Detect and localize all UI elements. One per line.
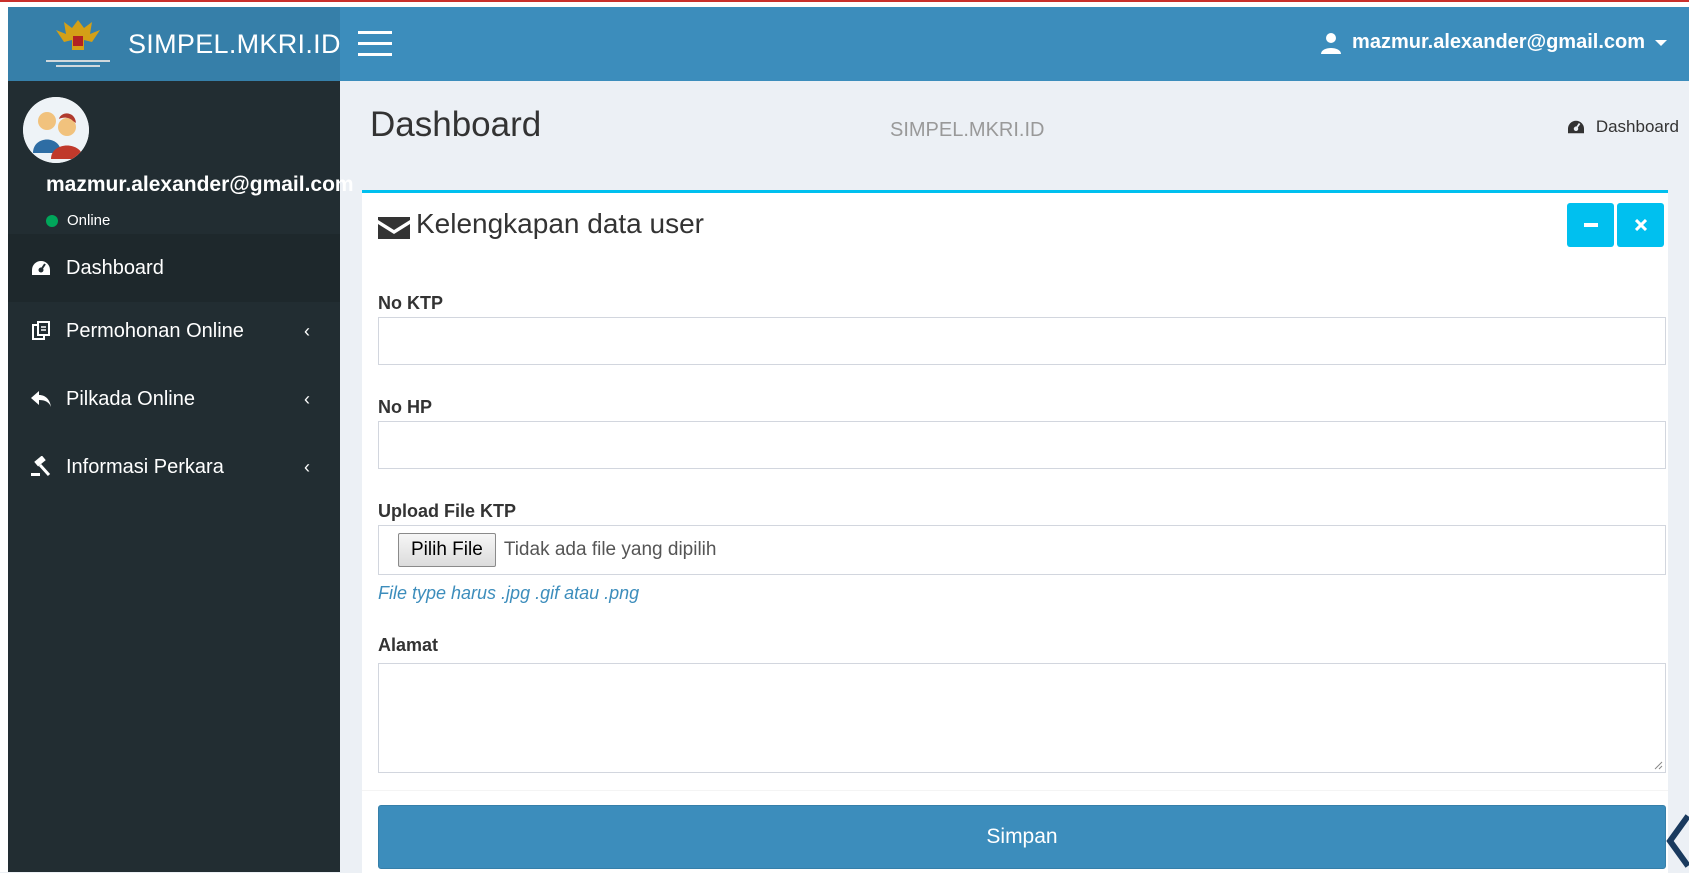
- chevron-left-icon[interactable]: [1666, 810, 1689, 872]
- sidebar-item-label: Dashboard: [66, 256, 164, 279]
- user-panel: mazmur.alexander@gmail.com Online: [8, 81, 354, 251]
- dashboard-icon: [30, 257, 52, 279]
- ktp-label: No KTP: [378, 293, 443, 313]
- sidebar-item-informasi-perkara[interactable]: Informasi Perkara ‹: [8, 433, 340, 501]
- user-menu-email: mazmur.alexander@gmail.com: [1352, 31, 1645, 53]
- resize-handle-icon[interactable]: [1653, 760, 1663, 770]
- page-title: Dashboard: [370, 105, 542, 144]
- sidebar: mazmur.alexander@gmail.com Online Dashbo…: [8, 81, 354, 872]
- box-title: Kelengkapan data user: [416, 208, 704, 239]
- file-input[interactable]: Pilih File Tidak ada file yang dipilih: [378, 525, 1666, 575]
- online-dot-icon: [46, 214, 58, 227]
- close-icon: [1634, 219, 1647, 231]
- app-title: SIMPEL.MKRI.ID: [128, 28, 341, 59]
- ktp-input[interactable]: [378, 317, 1666, 365]
- sidebar-item-label: Permohonan Online: [66, 319, 244, 342]
- remove-button[interactable]: [1617, 203, 1664, 247]
- save-button[interactable]: Simpan: [378, 805, 1666, 869]
- gavel-icon: [30, 456, 52, 478]
- user-icon: [1321, 32, 1342, 54]
- minus-icon: [1583, 223, 1598, 227]
- upload-label: Upload File KTP: [378, 501, 517, 521]
- caret-down-icon: [1655, 39, 1667, 46]
- box-header: Kelengkapan data user: [362, 193, 1668, 253]
- file-help-text: File type harus .jpg .gif atau .png: [378, 583, 640, 603]
- left-edge: [0, 7, 8, 872]
- avatar: [23, 97, 89, 163]
- page-subtitle: SIMPEL.MKRI.ID: [890, 119, 1045, 141]
- chevron-left-icon: ‹: [304, 389, 310, 409]
- file-status: Tidak ada file yang dipilih: [503, 539, 717, 560]
- garuda-emblem-icon: [42, 14, 114, 74]
- chevron-left-icon: ‹: [304, 321, 310, 341]
- breadcrumb-item: Dashboard: [1595, 117, 1679, 136]
- clipboard-icon: [30, 320, 52, 342]
- collapse-button[interactable]: [1567, 203, 1614, 247]
- breadcrumb[interactable]: Dashboard: [1566, 117, 1679, 137]
- status-badge: Online: [46, 212, 110, 229]
- top-navbar: mazmur.alexander@gmail.com: [340, 7, 1689, 81]
- alamat-textarea[interactable]: [378, 663, 1666, 773]
- user-menu[interactable]: mazmur.alexander@gmail.com: [1320, 31, 1667, 54]
- choose-file-button[interactable]: Pilih File: [398, 533, 496, 567]
- envelope-icon: [378, 217, 410, 239]
- top-red-line: [0, 0, 1689, 2]
- sidebar-item-label: Informasi Perkara: [66, 455, 224, 478]
- sidebar-item-permohonan-online[interactable]: Permohonan Online ‹: [8, 297, 340, 365]
- chevron-left-icon: ‹: [304, 457, 310, 477]
- alamat-label: Alamat: [378, 635, 439, 655]
- form-box: Kelengkapan data user No KTP No HP Uploa…: [362, 190, 1668, 793]
- content-header: Dashboard SIMPEL.MKRI.ID Dashboard: [340, 81, 1689, 191]
- dashboard-icon: [1567, 120, 1584, 134]
- sidebar-toggle-icon[interactable]: [358, 31, 392, 57]
- sidebar-item-label: Pilkada Online: [66, 387, 195, 410]
- sidebar-item-pilkada-online[interactable]: Pilkada Online ‹: [8, 365, 340, 433]
- sidebar-user-email: mazmur.alexander@gmail.com: [46, 173, 354, 196]
- top-stripe: [0, 0, 1689, 7]
- reply-icon: [30, 388, 52, 410]
- hp-input[interactable]: [378, 421, 1666, 469]
- logo-area[interactable]: SIMPEL.MKRI.ID: [8, 7, 340, 81]
- status-text: Online: [67, 212, 111, 229]
- box-footer: Simpan: [362, 790, 1668, 873]
- hp-label: No HP: [378, 397, 432, 417]
- sidebar-item-dashboard[interactable]: Dashboard: [8, 234, 340, 302]
